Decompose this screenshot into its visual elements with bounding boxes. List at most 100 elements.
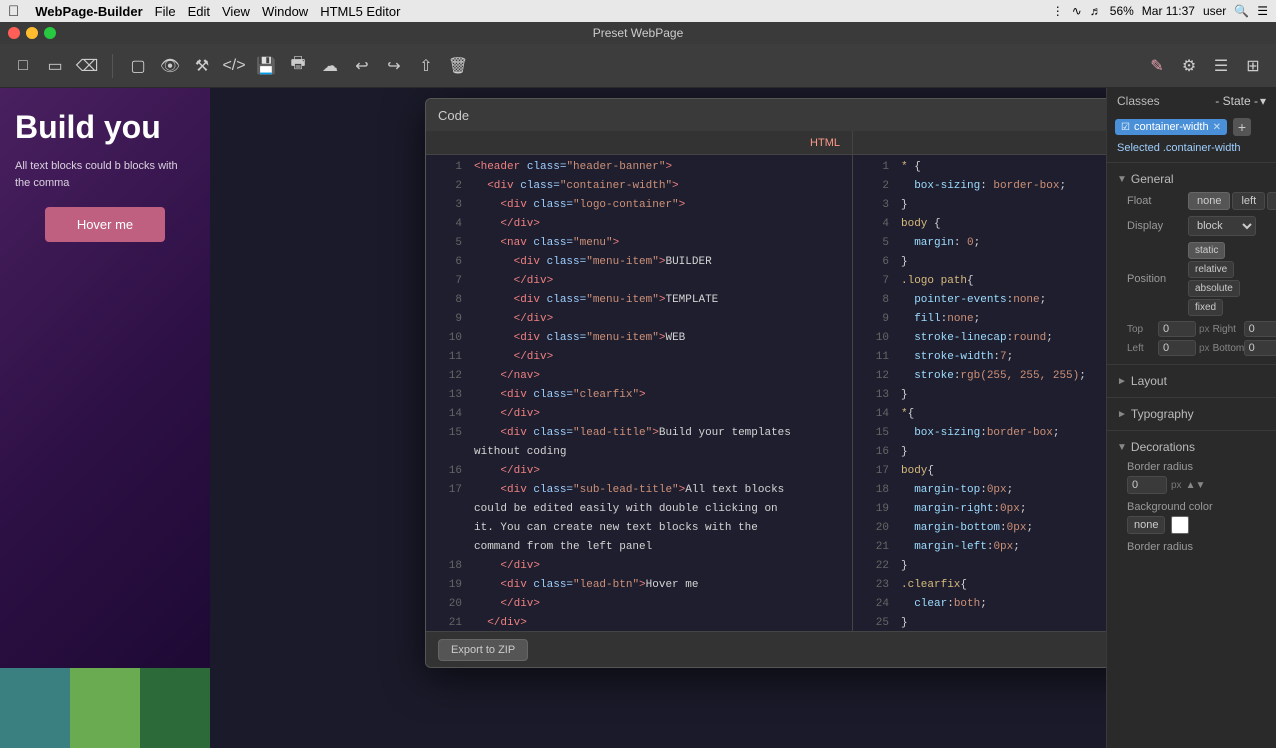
battery-level: 56% (1110, 4, 1134, 18)
layout-section: ► Layout (1107, 367, 1276, 395)
css-line-19: 19 margin-right:0px; (853, 501, 1106, 520)
css-line-7: 7 .logo path{ (853, 273, 1106, 292)
html-line-3: 3 <div class="logo-container"> (426, 197, 852, 216)
trash-icon[interactable]: 🗑 (447, 55, 469, 77)
right-panel: Classes - State - ▾ ☑ container-width ✕ … (1106, 88, 1276, 748)
html-line-2: 2 <div class="container-width"> (426, 178, 852, 197)
upload-icon[interactable]: ⇧ (415, 55, 437, 77)
stepper-icon[interactable]: ▲▼ (1186, 480, 1206, 491)
typography-arrow-icon: ► (1117, 409, 1127, 420)
css-line-11: 11 stroke-width:7; (853, 349, 1106, 368)
minimize-button[interactable] (26, 27, 38, 39)
float-none-button[interactable]: none (1188, 192, 1230, 210)
code-icon[interactable]: </> (223, 55, 245, 77)
export-zip-button[interactable]: Export to ZIP (438, 639, 528, 661)
float-left-button[interactable]: left (1232, 192, 1265, 210)
search-icon[interactable]: 🔍 (1234, 4, 1249, 18)
typography-collapse[interactable]: ► Typography (1117, 404, 1266, 424)
preview-bottom-green (70, 668, 140, 748)
preview-text: All text blocks could b blocks with the … (15, 158, 195, 191)
window-icon[interactable]: ▢ (127, 55, 149, 77)
close-button[interactable] (8, 27, 20, 39)
decorations-section: ▼ Decorations Border radius px ▲▼ Backgr… (1107, 433, 1276, 564)
border-radius-input[interactable] (1127, 476, 1167, 494)
position-fixed-button[interactable]: fixed (1188, 299, 1223, 316)
menu-edit[interactable]: Edit (188, 4, 210, 19)
phone-icon[interactable]: ⌫ (76, 55, 98, 77)
left-input[interactable] (1158, 340, 1196, 356)
border-radius-unit: px (1171, 480, 1182, 491)
bottom-input[interactable] (1244, 340, 1276, 356)
html-line-21: 21 </div> (426, 615, 852, 631)
notification-icon[interactable]: ☰ (1257, 4, 1268, 18)
general-section: ▼ General Float none left right Display … (1107, 165, 1276, 362)
desktop-icon[interactable]: □ (12, 55, 34, 77)
undo-icon[interactable]: ↩ (351, 55, 373, 77)
bg-none-button[interactable]: none (1127, 516, 1165, 534)
divider-3 (1107, 397, 1276, 398)
css-line-1: 1 * { (853, 159, 1106, 178)
app-name[interactable]: WebPage-Builder (35, 4, 142, 19)
user-label[interactable]: user (1203, 4, 1226, 18)
css-line-15: 15 box-sizing:border-box; (853, 425, 1106, 444)
html-line-17: 17 <div class="sub-lead-title">All text … (426, 482, 852, 501)
right-input[interactable] (1244, 321, 1276, 337)
html-line-9: 9 </div> (426, 311, 852, 330)
left-panel: Build you All text blocks could b blocks… (0, 88, 210, 748)
preview-hover-btn[interactable]: Hover me (45, 207, 165, 242)
html-line-10: 10 <div class="menu-item">WEB (426, 330, 852, 349)
remove-class-button[interactable]: ✕ (1213, 122, 1221, 133)
layout-collapse[interactable]: ► Layout (1117, 371, 1266, 391)
grid-icon[interactable]: ⊞ (1242, 55, 1264, 77)
color-swatch[interactable] (1171, 516, 1189, 534)
css-line-22: 22 } (853, 558, 1106, 577)
css-line-17: 17 body{ (853, 463, 1106, 482)
menu-html5editor[interactable]: HTML5 Editor (320, 4, 400, 19)
position-absolute-button[interactable]: absolute (1188, 280, 1240, 297)
border-radius-row: Border radius px ▲▼ (1117, 457, 1266, 498)
redo-icon[interactable]: ↪ (383, 55, 405, 77)
menu-view[interactable]: View (222, 4, 250, 19)
css-line-9: 9 fill:none; (853, 311, 1106, 330)
tablet-icon[interactable]: ▭ (44, 55, 66, 77)
print-icon[interactable]: 🖶 (287, 55, 309, 77)
gear-icon[interactable]: ⚙ (1178, 55, 1200, 77)
main-layout: Build you All text blocks could b blocks… (0, 88, 1276, 748)
volume-icon: ♬ (1090, 4, 1102, 18)
float-right-button[interactable]: right (1267, 192, 1276, 210)
save-icon[interactable]: 💾 (255, 55, 277, 77)
html-line-1: 1 <header class="header-banner"> (426, 159, 852, 178)
general-arrow-icon: ▼ (1117, 174, 1127, 185)
menu-window[interactable]: Window (262, 4, 308, 19)
brush-icon[interactable]: ✎ (1146, 55, 1168, 77)
apple-icon[interactable]:  (8, 3, 19, 20)
preview-title: Build you (15, 108, 195, 146)
html-code-content[interactable]: 1 <header class="header-banner"> 2 <div … (426, 155, 852, 631)
css-line-5: 5 margin: 0; (853, 235, 1106, 254)
position-static-button[interactable]: static (1188, 242, 1225, 259)
decorations-collapse[interactable]: ▼ Decorations (1117, 437, 1266, 457)
bluetooth-icon: ⋮ (1052, 4, 1064, 18)
maximize-button[interactable] (44, 27, 56, 39)
css-code-content[interactable]: 1 * { 2 box-sizing: border-box; 3 } (853, 155, 1106, 631)
clock: Mar 11:37 (1142, 4, 1195, 18)
general-collapse[interactable]: ▼ General (1117, 169, 1266, 189)
window-title: Preset WebPage (593, 26, 684, 40)
display-select[interactable]: block (1188, 216, 1256, 236)
list-icon[interactable]: ☰ (1210, 55, 1232, 77)
menu-file[interactable]: File (155, 4, 176, 19)
position-relative-button[interactable]: relative (1188, 261, 1234, 278)
chevron-down-icon: ▾ (1260, 94, 1266, 108)
typography-section: ► Typography (1107, 400, 1276, 428)
preview-icon[interactable]: 👁 (159, 55, 181, 77)
tools-icon[interactable]: ⚒ (191, 55, 213, 77)
state-dropdown[interactable]: - State - ▾ (1215, 94, 1266, 108)
add-class-button[interactable]: + (1233, 118, 1251, 136)
dialog-title: Code (438, 108, 469, 123)
wifi-icon: ∿ (1072, 4, 1082, 18)
top-input[interactable] (1158, 321, 1196, 337)
position-buttons: static relative absolute fixed (1188, 242, 1256, 316)
class-badge-container-width[interactable]: ☑ container-width ✕ (1115, 119, 1227, 135)
html-line-14: 14 </div> (426, 406, 852, 425)
cloud-icon[interactable]: ☁ (319, 55, 341, 77)
